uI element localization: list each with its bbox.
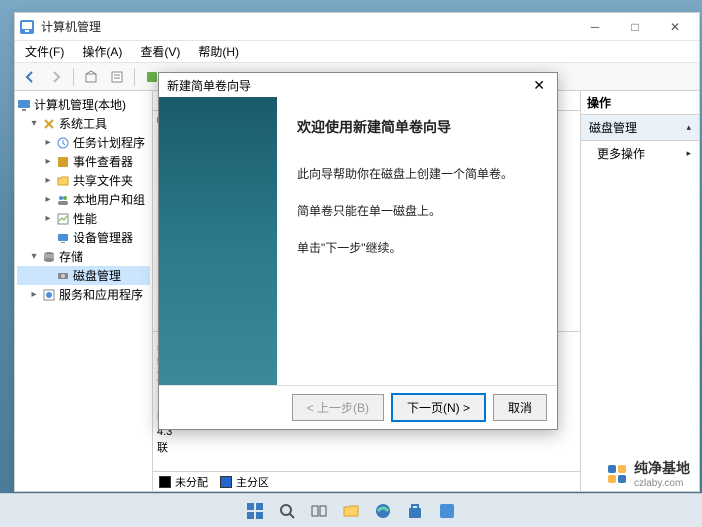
- actions-panel: 操作 磁盘管理 ▴ 更多操作 ▸: [581, 91, 699, 491]
- tree-services[interactable]: ▸ 服务和应用程序: [17, 285, 150, 304]
- taskbar-store-icon[interactable]: [402, 498, 428, 524]
- menu-action[interactable]: 操作(A): [78, 41, 126, 62]
- expand-icon[interactable]: ▸: [43, 213, 53, 224]
- tree-system-tools[interactable]: ▾ 系统工具: [17, 114, 150, 133]
- perf-icon: [56, 212, 70, 226]
- tree-shared-folders-label: 共享文件夹: [73, 172, 133, 189]
- clock-icon: [56, 136, 70, 150]
- tree-services-label: 服务和应用程序: [59, 286, 143, 303]
- tree-performance-label: 性能: [73, 210, 97, 227]
- wizard-body: 欢迎使用新建简单卷向导 此向导帮助你在磁盘上创建一个简单卷。 简单卷只能在单一磁…: [159, 97, 557, 385]
- back-button[interactable]: [19, 66, 41, 88]
- menubar: 文件(F) 操作(A) 查看(V) 帮助(H): [15, 41, 699, 63]
- tree-root[interactable]: 计算机管理(本地): [17, 95, 150, 114]
- taskbar-search-icon[interactable]: [274, 498, 300, 524]
- wizard-cancel-button[interactable]: 取消: [493, 394, 547, 421]
- tree-local-users[interactable]: ▸ 本地用户和组: [17, 190, 150, 209]
- folder-icon: [56, 174, 70, 188]
- maximize-button[interactable]: □: [615, 14, 655, 40]
- watermark-url: czlaby.com: [634, 478, 690, 489]
- users-icon: [56, 193, 70, 207]
- wizard-content: 欢迎使用新建简单卷向导 此向导帮助你在磁盘上创建一个简单卷。 简单卷只能在单一磁…: [277, 97, 557, 385]
- storage-icon: [42, 250, 56, 264]
- expand-icon[interactable]: ▸: [43, 156, 53, 167]
- up-button[interactable]: [80, 66, 102, 88]
- wizard-line3: 单击"下一步"继续。: [297, 239, 541, 258]
- expand-icon[interactable]: ▸: [29, 289, 39, 300]
- actions-disk-mgmt[interactable]: 磁盘管理 ▴: [581, 115, 699, 141]
- actions-more[interactable]: 更多操作 ▸: [581, 141, 699, 166]
- disk-icon: [56, 269, 70, 283]
- tree-device-manager[interactable]: 设备管理器: [17, 228, 150, 247]
- tree-local-users-label: 本地用户和组: [73, 191, 145, 208]
- menu-file[interactable]: 文件(F): [21, 41, 68, 62]
- expand-icon[interactable]: ▸: [43, 175, 53, 186]
- wizard-next-button[interactable]: 下一页(N) >: [392, 394, 485, 421]
- tree-storage[interactable]: ▾ 存储: [17, 247, 150, 266]
- window-controls: ─ □ ✕: [575, 14, 695, 40]
- tree-task-scheduler-label: 任务计划程序: [73, 134, 145, 151]
- legend-primary: 主分区: [220, 474, 269, 490]
- right-arrow-icon: ▸: [686, 148, 691, 159]
- tree-device-manager-label: 设备管理器: [73, 229, 133, 246]
- wizard-heading: 欢迎使用新建简单卷向导: [297, 117, 541, 137]
- tree-system-tools-label: 系统工具: [59, 115, 107, 132]
- expand-icon[interactable]: ▸: [43, 137, 53, 148]
- tree-shared-folders[interactable]: ▸ 共享文件夹: [17, 171, 150, 190]
- wizard-titlebar: 新建简单卷向导 ✕: [159, 73, 557, 97]
- legend: 未分配 主分区: [153, 471, 580, 491]
- taskbar-app-icon[interactable]: [434, 498, 460, 524]
- up-arrow-icon: ▴: [686, 122, 691, 133]
- collapse-icon[interactable]: ▾: [29, 251, 39, 262]
- tree-event-viewer-label: 事件查看器: [73, 153, 133, 170]
- taskbar-taskview-icon[interactable]: [306, 498, 332, 524]
- forward-button[interactable]: [45, 66, 67, 88]
- wizard-title-text: 新建简单卷向导: [167, 77, 529, 94]
- tree-panel: 计算机管理(本地) ▾ 系统工具 ▸ 任务计划程序 ▸ 事件查看器 ▸ 共享文件…: [15, 91, 153, 491]
- taskbar: [0, 493, 702, 527]
- device-icon: [56, 231, 70, 245]
- menu-view[interactable]: 查看(V): [136, 41, 184, 62]
- wizard-line2: 简单卷只能在单一磁盘上。: [297, 202, 541, 221]
- tree-disk-management[interactable]: 磁盘管理: [17, 266, 150, 285]
- computer-icon: [17, 98, 31, 112]
- tree-task-scheduler[interactable]: ▸ 任务计划程序: [17, 133, 150, 152]
- legend-unallocated: 未分配: [159, 474, 208, 490]
- tree-performance[interactable]: ▸ 性能: [17, 209, 150, 228]
- close-button[interactable]: ✕: [655, 14, 695, 40]
- expand-icon[interactable]: ▸: [43, 194, 53, 205]
- watermark: 纯净基地 czlaby.com: [600, 456, 696, 491]
- start-button[interactable]: [242, 498, 268, 524]
- watermark-logo-icon: [606, 463, 628, 485]
- actions-header: 操作: [581, 91, 699, 115]
- tree-event-viewer[interactable]: ▸ 事件查看器: [17, 152, 150, 171]
- taskbar-edge-icon[interactable]: [370, 498, 396, 524]
- event-icon: [56, 155, 70, 169]
- tree-root-label: 计算机管理(本地): [34, 96, 126, 113]
- toolbar-separator: [73, 68, 74, 86]
- tools-icon: [42, 117, 56, 131]
- wizard-close-button[interactable]: ✕: [529, 77, 549, 94]
- tree-disk-management-label: 磁盘管理: [73, 267, 121, 284]
- wizard-back-button: < 上一步(B): [292, 394, 384, 421]
- wizard-line1: 此向导帮助你在磁盘上创建一个简单卷。: [297, 165, 541, 184]
- watermark-text: 纯净基地: [634, 458, 690, 478]
- minimize-button[interactable]: ─: [575, 14, 615, 40]
- swatch-blue: [220, 476, 232, 488]
- properties-button[interactable]: [106, 66, 128, 88]
- taskbar-explorer-icon[interactable]: [338, 498, 364, 524]
- new-simple-volume-wizard: 新建简单卷向导 ✕ 欢迎使用新建简单卷向导 此向导帮助你在磁盘上创建一个简单卷。…: [158, 72, 558, 430]
- window-title: 计算机管理: [41, 18, 575, 35]
- toolbar-separator: [134, 68, 135, 86]
- collapse-icon[interactable]: ▾: [29, 118, 39, 129]
- wizard-banner: [159, 97, 277, 385]
- swatch-black: [159, 476, 171, 488]
- tree-storage-label: 存储: [59, 248, 83, 265]
- menu-help[interactable]: 帮助(H): [194, 41, 243, 62]
- services-icon: [42, 288, 56, 302]
- app-icon: [19, 19, 35, 35]
- wizard-buttons: < 上一步(B) 下一页(N) > 取消: [159, 385, 557, 429]
- titlebar: 计算机管理 ─ □ ✕: [15, 13, 699, 41]
